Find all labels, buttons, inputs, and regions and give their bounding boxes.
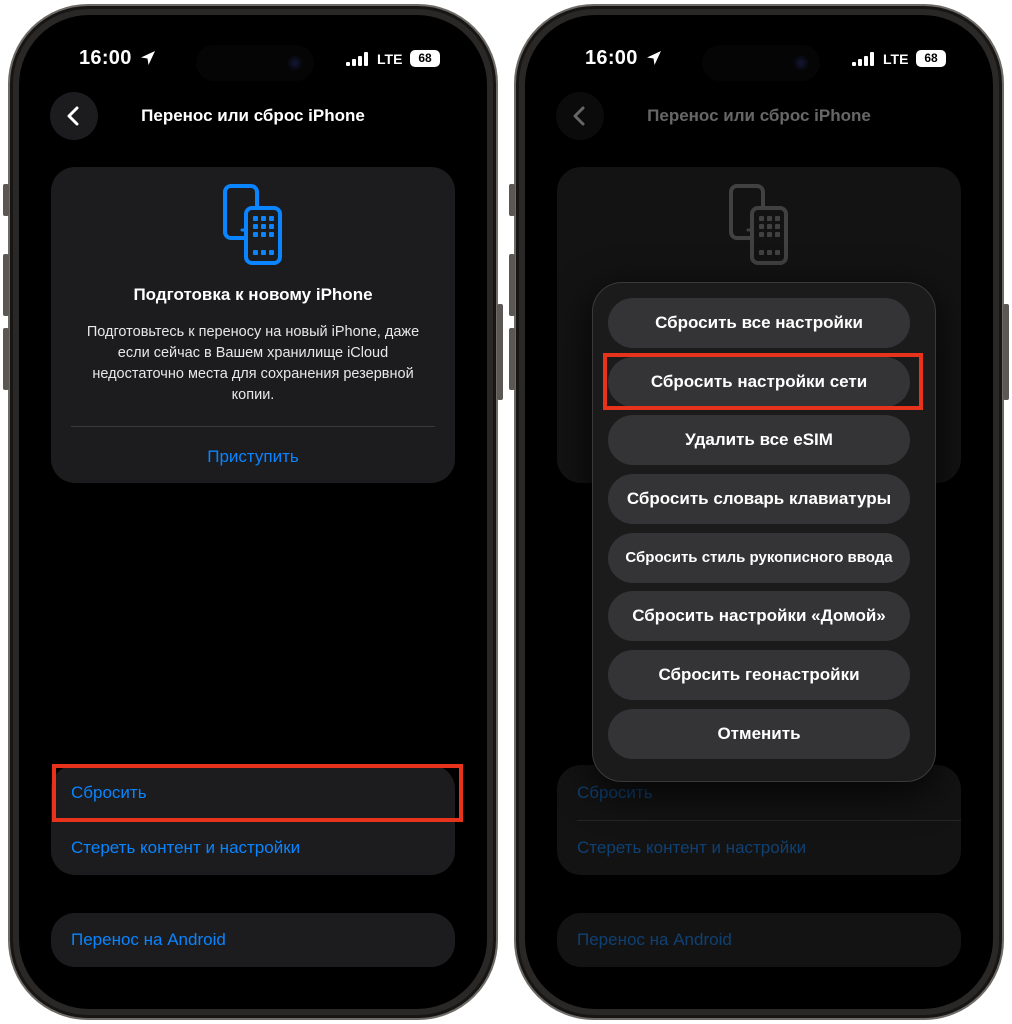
side-button bbox=[1003, 304, 1009, 400]
android-group: Перенос на Android bbox=[557, 913, 961, 967]
action-button bbox=[3, 184, 9, 216]
volume-down-button bbox=[3, 328, 9, 390]
reset-options-menu: Сбросить все настройки Сбросить настройк… bbox=[592, 282, 936, 782]
card-title: Подготовка к новому iPhone bbox=[133, 285, 373, 304]
battery-icon: 68 bbox=[916, 50, 946, 67]
reset-home-screen-layout-button[interactable]: Сбросить настройки «Домой» bbox=[608, 591, 910, 641]
status-time: 16:00 bbox=[585, 47, 638, 69]
get-started-link[interactable]: Приступить bbox=[51, 447, 455, 467]
divider bbox=[71, 426, 435, 427]
erase-all-content-row[interactable]: Стереть контент и настройки bbox=[577, 820, 941, 875]
screen-right: 16:00 LTE 68 Перенос или сброс iPhone Сб… bbox=[525, 15, 993, 1009]
screen-left: 16:00 LTE 68 Перенос или сброс iPhone По… bbox=[19, 15, 487, 1009]
android-group: Перенос на Android bbox=[51, 913, 455, 967]
location-arrow-icon bbox=[141, 51, 155, 65]
page-title: Перенос или сброс iPhone bbox=[141, 106, 365, 125]
action-button bbox=[509, 184, 515, 216]
erase-all-content-row[interactable]: Стереть контент и настройки bbox=[71, 820, 435, 875]
volume-down-button bbox=[509, 328, 515, 390]
volume-up-button bbox=[509, 254, 515, 316]
reset-row[interactable]: Сбросить bbox=[71, 765, 435, 820]
side-button bbox=[497, 304, 503, 400]
move-to-android-row[interactable]: Перенос на Android bbox=[577, 913, 941, 967]
volume-up-button bbox=[3, 254, 9, 316]
reset-group: Сбросить Стереть контент и настройки bbox=[51, 765, 455, 875]
move-to-android-row[interactable]: Перенос на Android bbox=[71, 913, 435, 967]
network-type: LTE bbox=[377, 51, 403, 67]
transfer-phones-icon bbox=[223, 184, 282, 265]
status-time: 16:00 bbox=[79, 47, 132, 69]
transfer-phones-icon bbox=[729, 184, 788, 265]
delete-all-esim-button[interactable]: Удалить все eSIM bbox=[608, 415, 910, 465]
back-button[interactable] bbox=[556, 92, 604, 140]
dynamic-island bbox=[702, 45, 820, 81]
phone-frame-right: 16:00 LTE 68 Перенос или сброс iPhone Сб… bbox=[509, 4, 1009, 1020]
chevron-left-icon bbox=[573, 106, 585, 126]
reset-location-privacy-button[interactable]: Сбросить геонастройки bbox=[608, 650, 910, 700]
phone-frame-left: 16:00 LTE 68 Перенос или сброс iPhone По… bbox=[3, 4, 503, 1020]
cellular-signal-icon bbox=[346, 52, 368, 66]
prepare-new-iphone-card: Подготовка к новому iPhone Подготовьтесь… bbox=[51, 167, 455, 483]
battery-icon: 68 bbox=[410, 50, 440, 67]
reset-keyboard-dictionary-button[interactable]: Сбросить словарь клавиатуры bbox=[608, 474, 910, 524]
location-arrow-icon bbox=[647, 51, 661, 65]
back-button[interactable] bbox=[50, 92, 98, 140]
reset-all-settings-button[interactable]: Сбросить все настройки bbox=[608, 298, 910, 348]
page-title: Перенос или сброс iPhone bbox=[647, 106, 871, 125]
chevron-left-icon bbox=[67, 106, 79, 126]
camera-icon bbox=[794, 56, 808, 70]
reset-handwriting-style-button[interactable]: Сбросить стиль рукописного ввода bbox=[608, 533, 910, 583]
cellular-signal-icon bbox=[852, 52, 874, 66]
network-type: LTE bbox=[883, 51, 909, 67]
cancel-button[interactable]: Отменить bbox=[608, 709, 910, 759]
camera-icon bbox=[288, 56, 302, 70]
dynamic-island bbox=[196, 45, 314, 81]
card-description: Подготовьтесь к переносу на новый iPhone… bbox=[86, 324, 420, 403]
reset-network-settings-button[interactable]: Сбросить настройки сети bbox=[608, 357, 910, 407]
